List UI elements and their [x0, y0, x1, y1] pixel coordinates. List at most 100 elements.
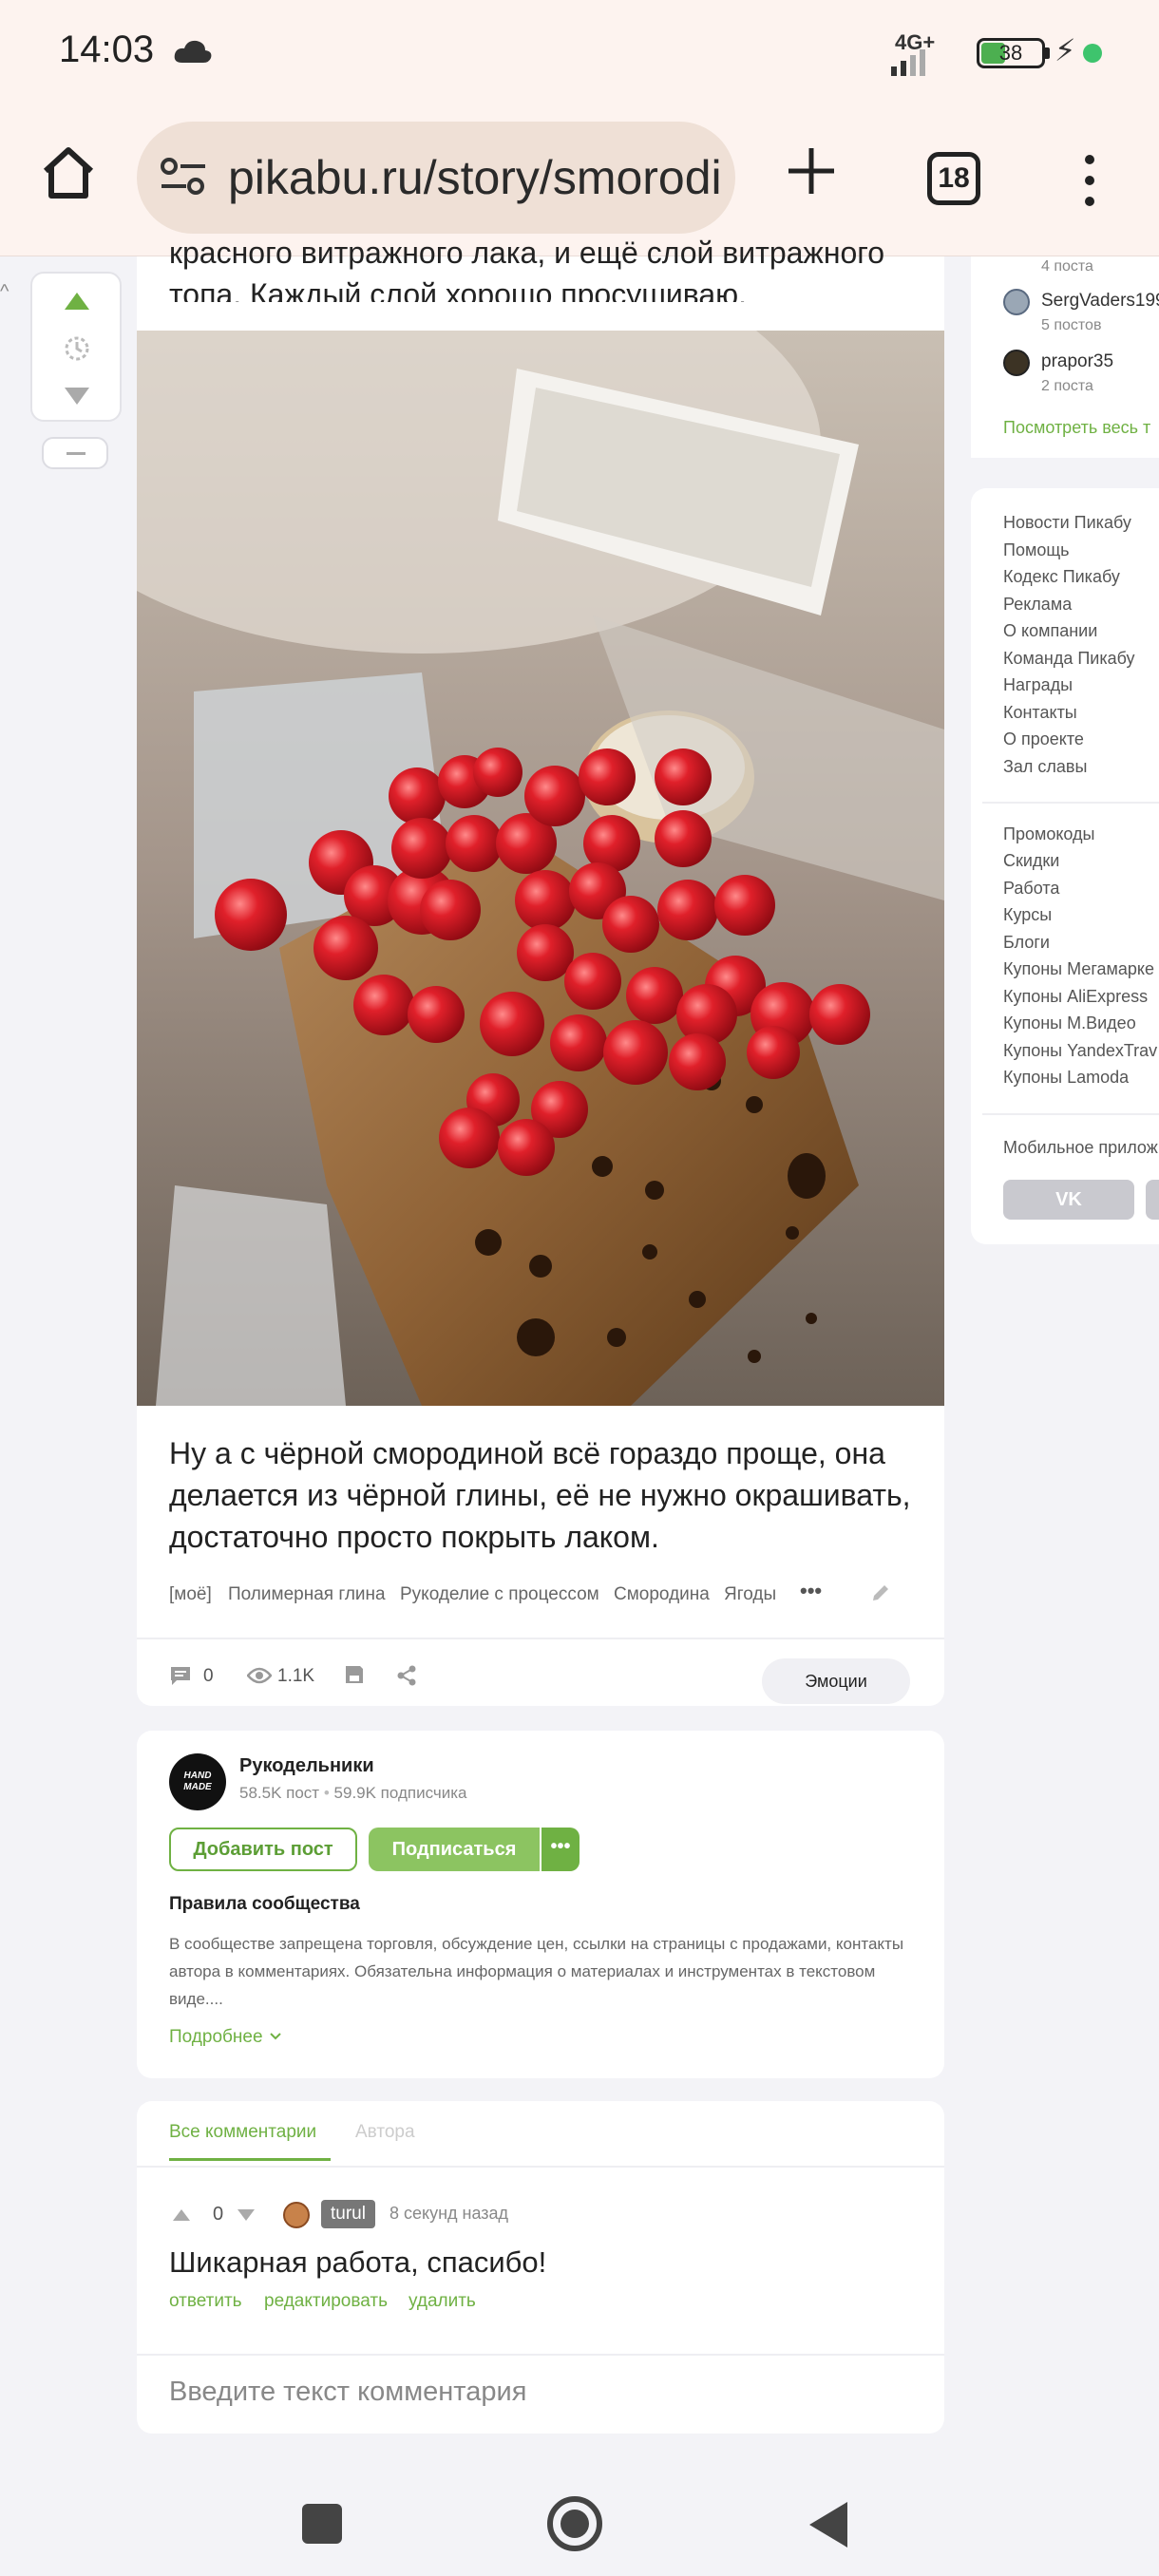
author-posts-2: 5 постов	[1041, 317, 1102, 333]
tag-currant[interactable]: Смородина	[614, 1584, 710, 1605]
subscribe-options-button[interactable]: •••	[542, 1828, 580, 1871]
reply-link[interactable]: ответить	[169, 2291, 242, 2312]
comment-text: Шикарная работа, спасибо!	[169, 2245, 547, 2279]
tab-all-comments[interactable]: Все комментарии	[169, 2122, 316, 2143]
sidebar-link-help[interactable]: Помощь	[1003, 540, 1070, 560]
scroll-up-caret[interactable]: ^	[0, 281, 9, 303]
community-logo[interactable]: HAND MADE	[169, 1753, 226, 1810]
post-image-red-currant[interactable]	[137, 331, 944, 1406]
back-button[interactable]	[808, 2500, 849, 2554]
see-all-link[interactable]: Посмотреть весь т	[1003, 418, 1150, 438]
rules-text: В сообществе запрещена торговля, обсужде…	[169, 1935, 904, 2008]
post-text-top: красного витражного лака, и ещё слой вит…	[169, 236, 885, 302]
mobile-app-label: Мобильное прилож	[1003, 1138, 1158, 1157]
battery-icon: 38	[977, 38, 1045, 68]
sidebar-link-courses[interactable]: Курсы	[1003, 905, 1052, 925]
battery-level: 38	[998, 41, 1023, 65]
sidebar-link-about[interactable]: О проекте	[1003, 729, 1084, 749]
next-app-button[interactable]	[1146, 1180, 1159, 1220]
home-icon[interactable]	[38, 142, 99, 203]
sidebar-link-aliexpress[interactable]: Купоны AliExpress	[1003, 987, 1148, 1007]
address-bar[interactable]: pikabu.ru/story/smorodi	[137, 122, 735, 234]
sidebar-link-promocodes[interactable]: Промокоды	[1003, 824, 1094, 844]
sidebar-link-news[interactable]: Новости Пикабу	[1003, 513, 1131, 533]
save-later-icon[interactable]	[63, 334, 91, 368]
sidebar-link-discounts[interactable]: Скидки	[1003, 851, 1059, 871]
community-card: HAND MADE Рукодельники 58.5K пост • 59.9…	[137, 1731, 944, 2078]
more-link[interactable]: Подробнее	[169, 2027, 283, 2048]
chevron-down-icon	[270, 2033, 281, 2040]
vk-app-button[interactable]: VK	[1003, 1180, 1134, 1220]
sidebar-link-jobs[interactable]: Работа	[1003, 879, 1059, 899]
downvote-icon[interactable]	[63, 386, 91, 411]
emotions-button[interactable]: Эмоции	[762, 1658, 910, 1704]
comment-username[interactable]: turul	[321, 2200, 375, 2228]
more-tags-icon[interactable]: •••	[800, 1579, 822, 1603]
battery-tip	[1045, 47, 1050, 59]
home-nav-button[interactable]	[547, 2496, 602, 2551]
more-menu-icon[interactable]	[1068, 152, 1112, 209]
views-count: 1.1K	[277, 1666, 315, 1686]
sidebar-link-megamarket[interactable]: Купоны Мегамарке	[1003, 959, 1154, 979]
author-avatar-3[interactable]	[1003, 350, 1030, 376]
author-name-2[interactable]: SergVaders199	[1041, 291, 1159, 312]
author-avatar-2[interactable]	[1003, 289, 1030, 315]
tab-author[interactable]: Автора	[355, 2122, 415, 2143]
site-settings-icon[interactable]	[160, 156, 207, 202]
sidebar-link-code[interactable]: Кодекс Пикабу	[1003, 567, 1120, 587]
collapse-button[interactable]	[42, 437, 108, 469]
sidebar-link-ads[interactable]: Реклама	[1003, 595, 1072, 615]
comment-divider	[137, 2354, 944, 2356]
recents-button[interactable]	[302, 2504, 342, 2544]
new-tab-icon[interactable]	[783, 142, 840, 199]
tab-switcher-button[interactable]: 18	[927, 152, 980, 205]
add-post-button[interactable]: Добавить пост	[169, 1828, 357, 1871]
comments-icon[interactable]	[169, 1664, 192, 1692]
tag-crafts-process[interactable]: Рукоделие с процессом	[400, 1584, 599, 1605]
sidebar-divider-2	[982, 1113, 1159, 1115]
tag-berries[interactable]: Ягоды	[724, 1584, 776, 1605]
community-stats: 58.5K пост • 59.9K подписчика	[239, 1784, 467, 1802]
status-time: 14:03	[59, 28, 155, 70]
comment-time: 8 секунд назад	[390, 2204, 509, 2223]
sidebar-link-lamoda[interactable]: Купоны Lamoda	[1003, 1068, 1129, 1088]
comments-section: Все комментарии Автора 0 turul 8 секунд …	[137, 2101, 944, 2434]
comment-upvote-icon[interactable]	[171, 2207, 192, 2227]
subscribe-button[interactable]: Подписаться	[369, 1828, 540, 1871]
sidebar-link-awards[interactable]: Награды	[1003, 675, 1073, 695]
sidebar-link-company[interactable]: О компании	[1003, 621, 1097, 641]
comment-input[interactable]: Введите текст комментария	[169, 2377, 526, 2408]
comment-rating: 0	[213, 2204, 224, 2225]
sidebar-link-yandextravel[interactable]: Купоны YandexTrav	[1003, 1041, 1157, 1061]
post-divider	[137, 1638, 944, 1639]
community-posts: 58.5K пост	[239, 1784, 320, 1802]
edit-link[interactable]: редактировать	[264, 2291, 388, 2312]
network-indicator: 4G+	[891, 32, 935, 76]
cloud-icon	[173, 38, 213, 69]
comment-avatar[interactable]	[283, 2202, 310, 2228]
url-text[interactable]: pikabu.ru/story/smorodi	[228, 150, 722, 205]
share-icon[interactable]	[395, 1664, 418, 1692]
sidebar-link-hall-of-fame[interactable]: Зал славы	[1003, 757, 1087, 777]
browser-chrome: 14:03 4G+ 38 ⚡ pikabu.ru/story/smorodi 1…	[0, 0, 1159, 256]
charging-icon: ⚡	[1054, 33, 1076, 67]
upvote-icon[interactable]	[63, 291, 91, 316]
sidebar-link-mvideo[interactable]: Купоны М.Видео	[1003, 1013, 1136, 1033]
tag-polymer-clay[interactable]: Полимерная глина	[228, 1584, 386, 1605]
comment-downvote-icon[interactable]	[236, 2207, 256, 2227]
community-name[interactable]: Рукодельники	[239, 1755, 374, 1777]
sidebar-links: Новости Пикабу Помощь Кодекс Пикабу Рекл…	[971, 488, 1159, 1244]
save-icon[interactable]	[344, 1664, 365, 1690]
system-nav-bar	[0, 2454, 1159, 2576]
tag-mine[interactable]: [моё]	[169, 1584, 212, 1605]
sidebar-link-contacts[interactable]: Контакты	[1003, 703, 1077, 723]
edit-pencil-icon[interactable]	[870, 1582, 891, 1608]
comments-count: 0	[203, 1666, 214, 1686]
community-subscribers: 59.9K подписчика	[333, 1784, 467, 1802]
delete-link[interactable]: удалить	[408, 2291, 476, 2312]
author-name-3[interactable]: prapor35	[1041, 351, 1113, 372]
tabs-divider	[137, 2166, 944, 2168]
rules-title: Правила сообщества	[169, 1894, 360, 1914]
sidebar-link-team[interactable]: Команда Пикабу	[1003, 649, 1135, 669]
sidebar-link-blogs[interactable]: Блоги	[1003, 933, 1050, 953]
